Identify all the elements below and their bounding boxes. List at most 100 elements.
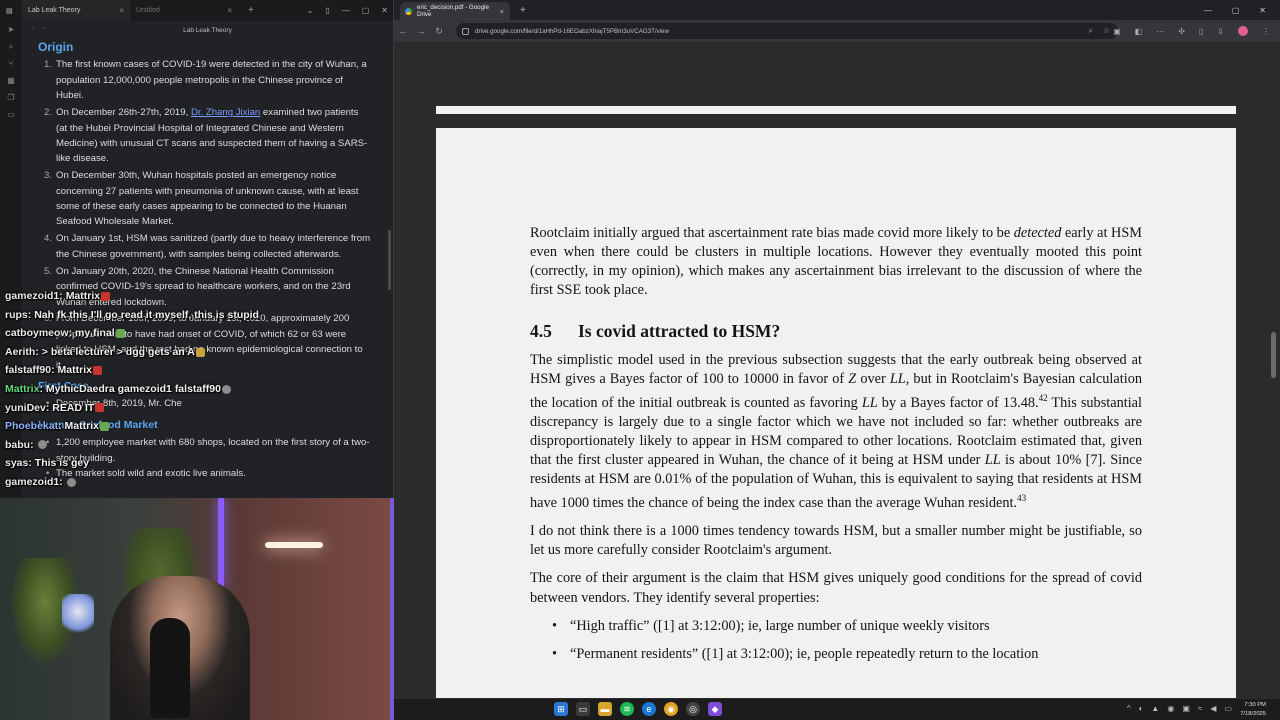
close-icon[interactable]: × (500, 7, 504, 16)
chat-username: falstaff90 (5, 364, 52, 377)
list-item: “High traffic” ([1] at 3:12:00); ie, lar… (530, 617, 1142, 636)
chevron-down-icon[interactable]: ⌄ (307, 6, 314, 15)
forward-icon[interactable]: → (412, 26, 430, 36)
start-icon[interactable]: ⊞ (554, 702, 568, 716)
volume-icon[interactable]: ◀ (1210, 704, 1216, 713)
minimize-icon[interactable]: — (342, 6, 350, 15)
chat-username: babu (5, 438, 31, 451)
sidebar-right-icon[interactable]: ▯ (325, 6, 329, 15)
wifi-icon[interactable]: ≈ (1198, 704, 1202, 713)
close-icon[interactable]: × (119, 6, 124, 15)
chat-text: READ IT (52, 401, 95, 414)
edge-icon[interactable]: e (642, 702, 656, 716)
list-item: 1. The first known cases of COVID-19 were… (38, 57, 372, 103)
avatar[interactable] (1238, 26, 1248, 36)
copy-icon[interactable]: ❐ (7, 93, 16, 102)
chat-message: catboymeow: my final (0, 324, 393, 343)
obsidian-icon[interactable]: ◆ (708, 702, 722, 716)
text: by a Bayes factor of 13.48. (877, 395, 1039, 412)
close-icon[interactable]: ✕ (1259, 6, 1266, 15)
chat-text: Mattrix (64, 420, 99, 433)
list-number: 4. (44, 233, 53, 245)
battery-icon[interactable]: ▭ (1224, 704, 1232, 713)
send-icon[interactable]: ➤ (7, 25, 16, 34)
url-text: drive.google.com/file/d/1aHhPd-16EOabzXh… (475, 27, 669, 35)
download-icon[interactable]: ⇩ (1217, 27, 1224, 36)
tray-icon[interactable]: ▲ (1151, 704, 1159, 713)
obs-icon[interactable]: ◎ (686, 702, 700, 716)
extension-icon[interactable]: ▣ (1113, 27, 1121, 36)
chat-message: Aerith: > beta lecturer > dgg gets an A (0, 343, 393, 362)
new-tab-icon[interactable]: + (248, 5, 254, 16)
heading-origin: Origin (38, 40, 74, 54)
notes-tab-active[interactable]: Lab Leak Theory × (22, 0, 130, 21)
reload-icon[interactable]: ↻ (430, 26, 448, 37)
list-number: 5. (44, 265, 53, 277)
section-heading: 4.5 Is covid attracted to HSM? (530, 322, 1142, 341)
notes-tab-label: Lab Leak Theory (28, 7, 81, 14)
maximize-icon[interactable]: ▢ (1232, 6, 1240, 15)
search-icon[interactable]: ⌕ (7, 42, 16, 51)
chat-username: Aerith (5, 345, 36, 358)
close-icon[interactable]: ✕ (381, 6, 388, 15)
notes-tab-label: Untitled (136, 7, 160, 14)
chevron-up-icon[interactable]: ^ (1127, 704, 1131, 713)
browser-tab[interactable]: eric_decision.pdf - Google Drive × (400, 2, 510, 20)
emote-icon (221, 384, 231, 394)
window-controls: ⌄ ▯ — ▢ ✕ (307, 0, 388, 21)
zhang-jixian-link[interactable]: Dr. Zhang Jixian (191, 107, 260, 118)
branch-icon[interactable]: ⑂ (7, 59, 16, 68)
close-icon[interactable]: × (227, 6, 232, 15)
emote-icon (101, 291, 111, 301)
grid-icon[interactable]: ▦ (7, 76, 16, 85)
paragraph: The simplistic model used in the previou… (530, 351, 1142, 513)
tray-icon[interactable]: ◉ (1167, 704, 1174, 713)
spotify-icon[interactable]: ≋ (620, 702, 634, 716)
new-tab-icon[interactable]: + (520, 5, 526, 16)
footnote-ref[interactable]: 43 (1017, 493, 1026, 503)
terminal-icon[interactable]: ▭ (7, 110, 16, 119)
extension-icon[interactable]: ◧ (1135, 27, 1143, 36)
folder-icon[interactable]: ▬ (598, 702, 612, 716)
chat-text: Mattrix (57, 364, 92, 377)
address-bar[interactable]: drive.google.com/file/d/1aHhPd-16EOabzXh… (456, 23, 1118, 39)
footnote-ref[interactable]: 42 (1039, 393, 1048, 403)
browser-window: eric_decision.pdf - Google Drive × + — ▢… (394, 0, 1280, 698)
tray-icon[interactable]: ▣ (1182, 704, 1190, 713)
minimize-icon[interactable]: — (1204, 6, 1212, 15)
sidebar-toggle-icon[interactable]: ▤ (0, 0, 22, 21)
emote-icon (92, 366, 102, 376)
menu-icon[interactable]: ⋮ (1262, 27, 1270, 36)
browser-tab-title: eric_decision.pdf - Google Drive (417, 4, 489, 18)
extension-icon[interactable]: ⋯ (1156, 27, 1164, 36)
pdf-viewer: Rootclaim initially argued that ascertai… (394, 42, 1280, 698)
property-list: “High traffic” ([1] at 3:12:00); ie, lar… (530, 617, 1142, 664)
tray-icon[interactable]: ◐ (1139, 704, 1144, 713)
bookmark-star-icon[interactable]: ☆ (1103, 26, 1110, 36)
paragraph: I do not think there is a 1000 times ten… (530, 523, 1142, 559)
clock[interactable]: 7:30 PM 7/18/2025 (1240, 701, 1266, 718)
puzzle-icon[interactable]: ✣ (1178, 27, 1185, 36)
section-number: 4.5 (530, 321, 552, 342)
scrollbar[interactable] (1271, 332, 1276, 378)
chat-separator: : (30, 438, 37, 451)
back-icon[interactable]: ← (394, 26, 412, 36)
scrollbar[interactable] (388, 230, 391, 290)
taskview-icon[interactable]: ▭ (576, 702, 590, 716)
chrome-icon[interactable]: ◉ (664, 702, 678, 716)
math-var: LL (861, 395, 878, 412)
browser-tab-strip: eric_decision.pdf - Google Drive × + — ▢… (394, 0, 1280, 20)
chat-message: yuniDev: READ IT (0, 399, 393, 418)
extensions-area: ▣ ◧ ⋯ ✣ ▯ ⇩ ⋮ (1113, 20, 1270, 42)
neon-light (218, 498, 224, 588)
emote-icon (95, 403, 105, 413)
math-var: LL (984, 452, 1001, 469)
paragraph: The core of their argument is the claim … (530, 570, 1142, 606)
notes-tab-inactive[interactable]: Untitled × (130, 0, 238, 21)
chat-text: my final (75, 327, 115, 340)
site-info-icon[interactable] (462, 27, 469, 35)
zoom-icon[interactable]: ⌕ (1088, 26, 1092, 36)
chat-username: gamezoid1 (5, 475, 60, 488)
sidepanel-icon[interactable]: ▯ (1199, 27, 1203, 36)
maximize-icon[interactable]: ▢ (362, 6, 370, 15)
